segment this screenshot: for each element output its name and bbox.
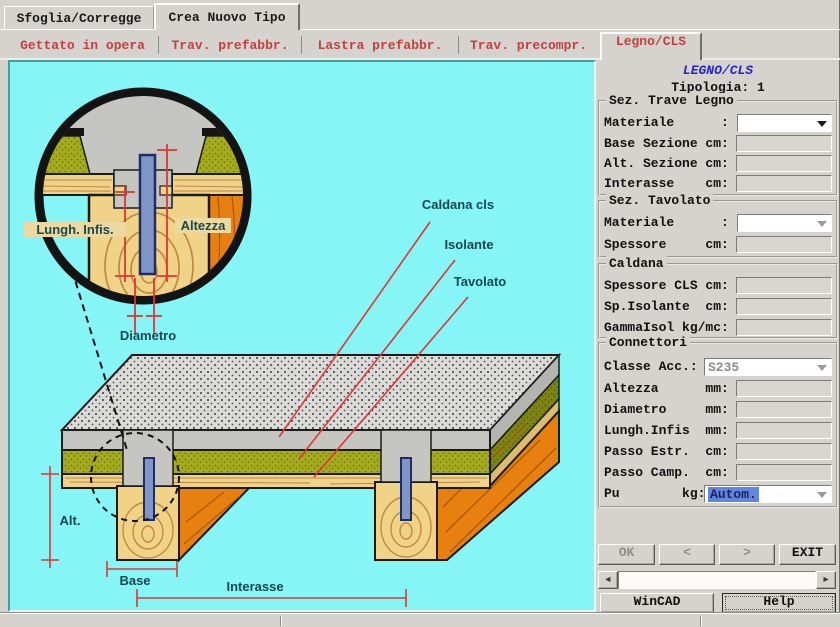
classe-acc-combo[interactable]: S235 xyxy=(704,358,832,376)
classe-acc-label: Classe Acc.: xyxy=(604,359,698,374)
spessore-tavolato-input[interactable] xyxy=(736,236,832,253)
pu-combo[interactable]: Autom. xyxy=(704,485,832,503)
label-tavolato: Tavolato xyxy=(441,274,519,289)
scroll-right-icon[interactable]: ► xyxy=(816,571,836,589)
passo-estr-label: Passo Estr. cm: xyxy=(604,444,729,459)
pu-label: Pu kg: xyxy=(604,486,705,501)
left-beam-side-face xyxy=(179,488,249,560)
group-title: Sez. Tavolato xyxy=(606,193,713,208)
tab-legno-cls[interactable]: Legno/CLS xyxy=(600,32,702,60)
alt-sezione-label: Alt. Sezione cm: xyxy=(604,156,729,171)
ok-button[interactable]: OK xyxy=(598,544,655,565)
base-sezione-label: Base Sezione cm: xyxy=(604,136,729,151)
group-connettori: Connettori Classe Acc.: S235 Altezza mm:… xyxy=(598,342,838,508)
materiale-tavolato-label: Materiale : xyxy=(604,215,729,230)
chevron-down-icon[interactable] xyxy=(817,221,827,227)
tab-lastra-prefabbr[interactable]: Lastra prefabbr. xyxy=(303,35,457,58)
passo-estr-input[interactable] xyxy=(736,443,832,460)
altezza-conn-label: Altezza mm: xyxy=(604,381,729,396)
materiale-trave-combo[interactable] xyxy=(737,114,832,132)
help-button[interactable]: Help xyxy=(722,593,836,613)
chevron-down-icon[interactable] xyxy=(817,492,827,498)
detail-connector xyxy=(140,155,155,274)
altezza-conn-input[interactable] xyxy=(736,380,832,397)
interasse-input[interactable] xyxy=(736,175,832,192)
chevron-down-icon[interactable] xyxy=(817,365,827,371)
chevron-down-icon[interactable] xyxy=(817,121,827,127)
materiale-tavolato-combo[interactable] xyxy=(737,214,832,232)
gamma-isol-label: GammaIsol kg/mc: xyxy=(604,320,729,335)
tab-trav-prefabbr[interactable]: Trav. prefabbr. xyxy=(160,35,300,58)
scrollbar-track[interactable] xyxy=(618,571,816,589)
passo-camp-input[interactable] xyxy=(736,464,832,481)
group-title: Connettori xyxy=(606,335,690,350)
label-alt: Alt. xyxy=(52,513,88,528)
group-caldana: Caldana Spessore CLS cm: Sp.Isolante cm:… xyxy=(598,263,838,339)
panel-title: LEGNO/CLS xyxy=(600,63,836,78)
label-diametro: Diametro xyxy=(109,328,187,343)
spessore-cls-input[interactable] xyxy=(736,277,832,294)
status-bar xyxy=(0,612,840,627)
detail-circle xyxy=(35,88,252,334)
group-title: Sez. Trave Legno xyxy=(606,93,737,108)
exit-button[interactable]: EXIT xyxy=(779,544,836,565)
scroll-left-icon[interactable]: ◄ xyxy=(598,571,618,589)
floor-section-diagram xyxy=(10,62,598,614)
tab-sfoglia-corregge[interactable]: Sfoglia/Corregge xyxy=(4,6,154,29)
diametro-conn-label: Diametro mm: xyxy=(604,402,729,417)
sp-isolante-label: Sp.Isolante cm: xyxy=(604,299,729,314)
label-altezza: Altezza xyxy=(175,218,231,233)
base-sezione-input[interactable] xyxy=(736,135,832,152)
next-button[interactable]: > xyxy=(719,544,775,565)
sp-isolante-input[interactable] xyxy=(736,298,832,315)
lungh-infis-label: Lungh.Infis mm: xyxy=(604,423,729,438)
diagram-canvas: Lungh. Infis. Altezza Diametro Caldana c… xyxy=(8,60,596,612)
right-connector xyxy=(401,458,411,520)
gamma-isol-input[interactable] xyxy=(736,319,832,336)
group-sez-trave-legno: Sez. Trave Legno Materiale : Base Sezion… xyxy=(598,100,838,196)
left-connector xyxy=(144,458,154,520)
tab-trav-precompr[interactable]: Trav. precompr. xyxy=(460,35,597,58)
group-sez-tavolato: Sez. Tavolato Materiale : Spessore cm: xyxy=(598,200,838,258)
diametro-conn-input[interactable] xyxy=(736,401,832,418)
tab-row1-step xyxy=(0,29,840,30)
passo-camp-label: Passo Camp. cm: xyxy=(604,465,729,480)
tab-gettato-in-opera[interactable]: Gettato in opera xyxy=(8,35,157,58)
wincad-button[interactable]: WinCAD xyxy=(600,593,714,613)
label-isolante: Isolante xyxy=(431,237,507,252)
alt-sezione-input[interactable] xyxy=(736,155,832,172)
lungh-infis-input[interactable] xyxy=(736,422,832,439)
label-base: Base xyxy=(110,573,160,588)
wincad-window: Sfoglia/Corregge Crea Nuovo Tipo Gettato… xyxy=(0,0,840,627)
materiale-trave-label: Materiale : xyxy=(604,115,729,130)
label-interasse: Interasse xyxy=(210,579,300,594)
prev-button[interactable]: < xyxy=(659,544,715,565)
interasse-label: Interasse cm: xyxy=(604,176,729,191)
group-title: Caldana xyxy=(606,256,667,271)
label-lungh-infis: Lungh. Infis. xyxy=(24,222,126,237)
label-caldana-cls: Caldana cls xyxy=(406,197,510,212)
slab-3d xyxy=(62,355,559,560)
spessore-tavolato-label: Spessore cm: xyxy=(604,237,729,252)
tab-crea-nuovo-tipo[interactable]: Crea Nuovo Tipo xyxy=(154,3,300,30)
spessore-cls-label: Spessore CLS cm: xyxy=(604,278,729,293)
